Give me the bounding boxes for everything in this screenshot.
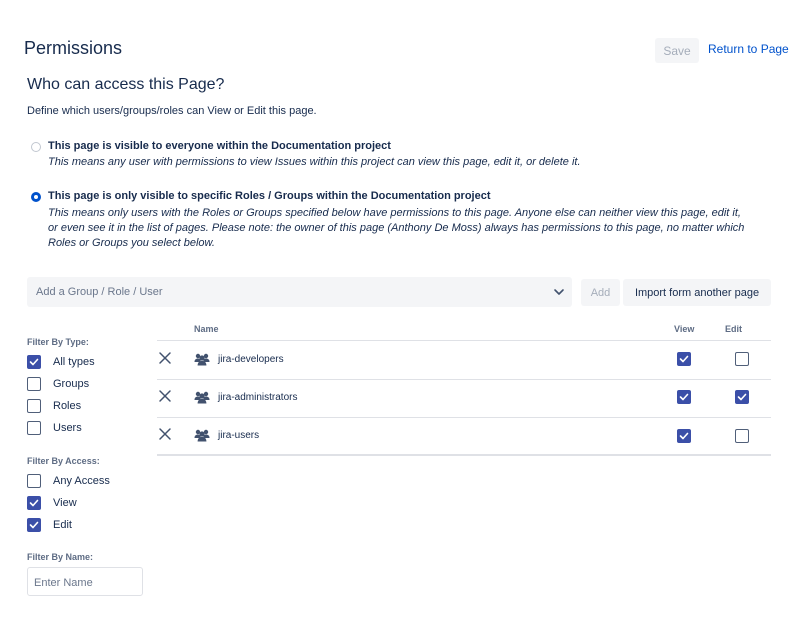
filter-access-any-checkbox[interactable] — [27, 474, 41, 488]
checkmark-icon — [737, 393, 747, 401]
filter-type-all-checkbox[interactable] — [27, 355, 41, 369]
filter-access-any-label: Any Access — [53, 475, 110, 487]
jira-administrators-view-checkbox[interactable] — [677, 390, 691, 404]
filter-access-edit-checkbox[interactable] — [27, 518, 41, 532]
row-divider — [157, 379, 771, 380]
group-icon — [194, 353, 210, 366]
filter-name-placeholder: Enter Name — [34, 577, 93, 589]
jira-developers-view-checkbox[interactable] — [677, 352, 691, 366]
close-icon[interactable] — [158, 389, 172, 403]
access-section-description: Define which users/groups/roles can View… — [27, 105, 317, 117]
import-from-another-page-button[interactable]: Import form another page — [623, 279, 771, 306]
table-header-view: View — [674, 324, 695, 334]
visibility-specific-description-line-1: This means only users with the Roles or … — [48, 207, 741, 219]
page-title: Permissions — [24, 38, 123, 58]
visibility-everyone-radio[interactable] — [31, 142, 41, 152]
jira-administrators-edit-checkbox[interactable] — [735, 390, 749, 404]
filter-type-groups-checkbox[interactable] — [27, 377, 41, 391]
filter-type-users-checkbox[interactable] — [27, 421, 41, 435]
jira-users-view-checkbox[interactable] — [677, 429, 691, 443]
checkmark-icon — [29, 499, 39, 507]
filter-access-edit-label: Edit — [53, 519, 72, 531]
table-header-edit: Edit — [725, 324, 742, 334]
visibility-everyone-title: This page is visible to everyone within … — [48, 140, 391, 152]
table-header-divider — [157, 340, 771, 341]
access-section-title: Who can access this Page? — [27, 76, 225, 93]
return-to-page-link[interactable]: Return to Page — [708, 42, 789, 56]
filter-type-all-label: All types — [53, 356, 95, 368]
checkmark-icon — [29, 358, 39, 366]
table-header-name: Name — [194, 324, 219, 334]
group-icon — [194, 391, 210, 404]
filter-access-view-label: View — [53, 497, 77, 509]
close-icon[interactable] — [158, 351, 172, 365]
row-divider — [157, 417, 771, 418]
visibility-specific-title: This page is only visible to specific Ro… — [48, 190, 491, 202]
save-button[interactable]: Save — [655, 38, 699, 63]
checkmark-icon — [679, 355, 689, 363]
visibility-specific-description-line-2: or even see it in the list of pages. Ple… — [48, 222, 745, 234]
checkmark-icon — [29, 521, 39, 529]
add-button[interactable]: Add — [581, 279, 620, 306]
checkmark-icon — [679, 432, 689, 440]
filter-type-users-label: Users — [53, 422, 82, 434]
checkmark-icon — [679, 393, 689, 401]
jira-users-edit-checkbox[interactable] — [735, 429, 749, 443]
jira-developers-edit-checkbox[interactable] — [735, 352, 749, 366]
filter-type-groups-label: Groups — [53, 378, 90, 390]
table-bottom-divider — [157, 454, 771, 456]
filter-type-roles-label: Roles — [53, 400, 82, 412]
close-icon[interactable] — [158, 427, 172, 441]
add-group-role-user-placeholder: Add a Group / Role / User — [36, 286, 163, 298]
chevron-down-icon[interactable] — [552, 285, 566, 299]
group-name-jira-users: jira-users — [218, 430, 260, 441]
visibility-everyone-description: This means any user with permissions to … — [48, 156, 581, 168]
group-name-jira-administrators: jira-administrators — [218, 392, 298, 403]
group-name-jira-developers: jira-developers — [218, 354, 284, 365]
visibility-specific-radio[interactable] — [31, 192, 41, 202]
filter-by-type-heading: Filter By Type: — [27, 337, 89, 347]
filter-access-view-checkbox[interactable] — [27, 496, 41, 510]
visibility-specific-description-line-3: Roles or Groups you select below. — [48, 237, 215, 249]
filter-type-roles-checkbox[interactable] — [27, 399, 41, 413]
filter-by-name-heading: Filter By Name: — [27, 552, 94, 562]
group-icon — [194, 429, 210, 442]
filter-by-access-heading: Filter By Access: — [27, 456, 100, 466]
